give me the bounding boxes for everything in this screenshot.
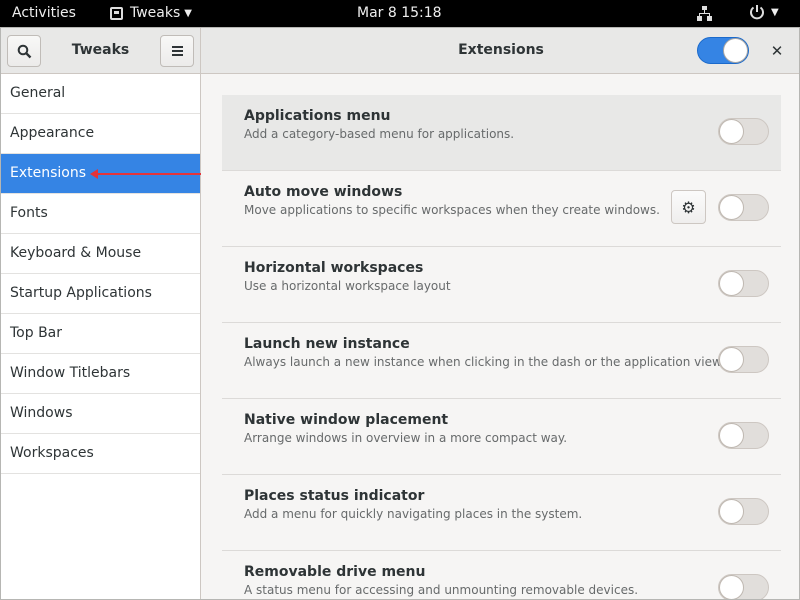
annotation-arrow	[90, 169, 201, 179]
sidebar-item-workspaces[interactable]: Workspaces	[1, 434, 200, 474]
sidebar-item-label: Keyboard & Mouse	[10, 245, 142, 261]
switch-knob	[723, 38, 748, 63]
switch-knob	[719, 499, 744, 524]
extension-name: Removable drive menu	[244, 564, 426, 580]
extension-description: Use a horizontal workspace layout	[244, 279, 451, 293]
search-icon	[17, 44, 31, 58]
sidebar-item-label: Top Bar	[10, 325, 63, 341]
power-icon	[750, 5, 764, 20]
sidebar-item-label: Appearance	[10, 125, 95, 141]
switch-knob	[719, 195, 744, 220]
extension-row: Applications menu Add a category-based me…	[222, 95, 781, 171]
extension-name: Auto move windows	[244, 184, 403, 200]
extension-row: Launch new instance Always launch a new i…	[222, 323, 781, 399]
sidebar-item-label: General	[10, 85, 66, 101]
sidebar-header: Tweaks	[1, 28, 201, 74]
sidebar-item-label: Fonts	[10, 205, 48, 221]
switch-knob	[719, 119, 744, 144]
header-bar: Tweaks Extensions ✕	[1, 28, 799, 74]
close-button[interactable]: ✕	[767, 41, 787, 61]
extension-name: Applications menu	[244, 108, 391, 124]
sidebar-item-label: Windows	[10, 405, 73, 421]
sidebar-item-label: Workspaces	[10, 445, 94, 461]
sidebar-item-appearance[interactable]: Appearance	[1, 114, 200, 154]
sidebar-item-top-bar[interactable]: Top Bar	[1, 314, 200, 354]
switch-knob	[719, 347, 744, 372]
activities-button[interactable]: Activities	[12, 5, 76, 21]
extension-settings-button[interactable]: ⚙	[671, 190, 706, 224]
extension-toggle[interactable]	[718, 422, 769, 449]
switch-knob	[719, 271, 744, 296]
sidebar-item-windows[interactable]: Windows	[1, 394, 200, 434]
extension-row: Removable drive menu A status menu for ac…	[222, 551, 781, 599]
extension-name: Launch new instance	[244, 336, 410, 352]
extension-toggle[interactable]	[718, 346, 769, 373]
extensions-panel: Applications menu Add a category-based me…	[202, 74, 799, 599]
sidebar-title: Tweaks	[71, 42, 130, 58]
extensions-list: Applications menu Add a category-based me…	[222, 95, 781, 599]
switch-knob	[719, 575, 744, 599]
extension-toggle[interactable]	[718, 498, 769, 525]
extension-row: Native window placement Arrange windows i…	[222, 399, 781, 475]
extension-name: Native window placement	[244, 412, 449, 428]
chevron-down-icon: ▼	[771, 6, 779, 18]
extension-row: Places status indicator Add a menu for qu…	[222, 475, 781, 551]
extension-description: Add a category-based menu for applicatio…	[244, 127, 515, 141]
extension-row: Horizontal workspaces Use a horizontal wo…	[222, 247, 781, 323]
tweaks-window: Tweaks Extensions ✕ General Appearance Ext…	[0, 27, 800, 600]
extension-toggle[interactable]	[718, 194, 769, 221]
sidebar-item-startup-applications[interactable]: Startup Applications	[1, 274, 200, 314]
sidebar-item-fonts[interactable]: Fonts	[1, 194, 200, 234]
extension-description: Move applications to specific workspaces…	[244, 203, 660, 217]
extension-toggle[interactable]	[718, 574, 769, 599]
extension-toggle[interactable]	[718, 118, 769, 145]
extension-description: Always launch a new instance when clicki…	[244, 355, 725, 369]
search-button[interactable]	[7, 35, 41, 67]
sidebar-item-label: Window Titlebars	[10, 365, 131, 381]
extension-name: Horizontal workspaces	[244, 260, 424, 276]
extension-description: Arrange windows in overview in a more co…	[244, 431, 568, 445]
extension-toggle[interactable]	[718, 270, 769, 297]
extension-description: Add a menu for quickly navigating places…	[244, 507, 583, 521]
extension-row: Auto move windows Move applications to sp…	[222, 171, 781, 247]
switch-knob	[719, 423, 744, 448]
extension-name: Places status indicator	[244, 488, 425, 504]
app-menu-button[interactable]	[160, 35, 194, 67]
app-menu-label: Tweaks	[130, 5, 181, 21]
hamburger-menu-icon	[171, 46, 183, 56]
gnome-top-bar: Activities Tweaks ▼ Mar 8 15:18 ▼	[0, 0, 800, 27]
close-icon: ✕	[770, 42, 784, 60]
extension-description: A status menu for accessing and unmounti…	[244, 583, 639, 597]
sidebar-item-window-titlebars[interactable]: Window Titlebars	[1, 354, 200, 394]
clock[interactable]: Mar 8 15:18	[357, 5, 442, 21]
app-menu[interactable]: Tweaks ▼	[110, 5, 192, 21]
network-icon[interactable]	[697, 6, 712, 21]
chevron-down-icon: ▼	[184, 7, 192, 19]
sidebar-item-extensions[interactable]: Extensions	[1, 154, 201, 194]
sidebar-item-label: Extensions	[10, 165, 87, 181]
gear-icon: ⚙	[681, 197, 696, 217]
sidebar: General Appearance Extensions Fonts Keyboard…	[1, 74, 201, 599]
extensions-master-switch[interactable]	[697, 37, 749, 64]
sidebar-item-general[interactable]: General	[1, 74, 200, 114]
sidebar-item-label: Startup Applications	[10, 285, 152, 301]
tweaks-app-icon	[110, 6, 123, 20]
sidebar-item-keyboard-mouse[interactable]: Keyboard & Mouse	[1, 234, 200, 274]
system-menu[interactable]: ▼	[749, 4, 779, 20]
